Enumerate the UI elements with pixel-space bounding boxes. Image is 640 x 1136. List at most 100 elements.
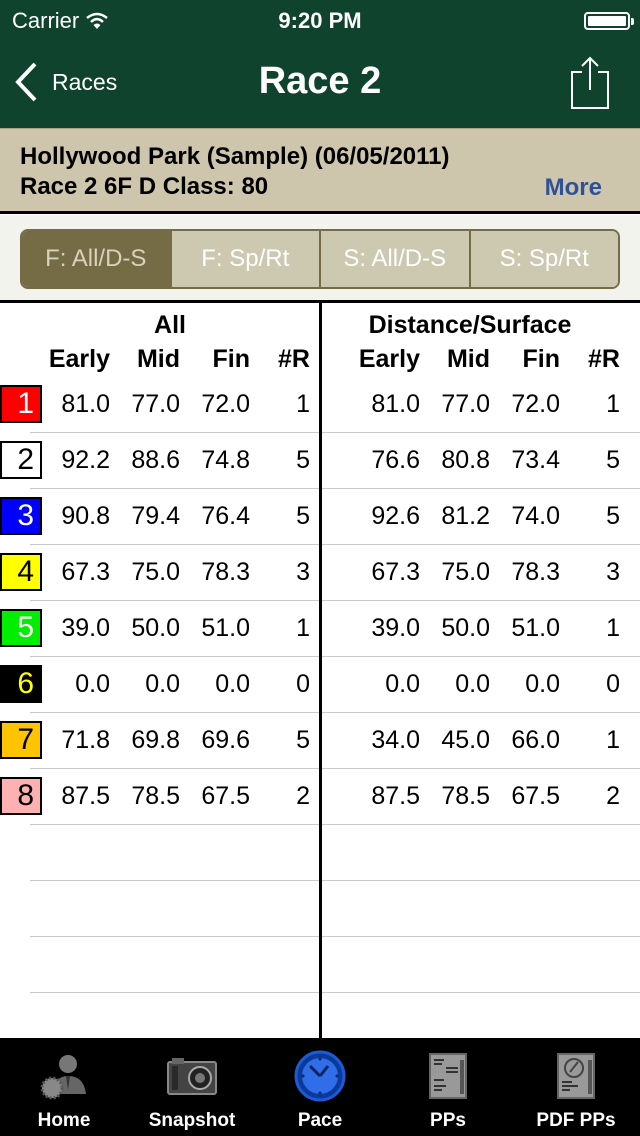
cell-all-early: 87.5 xyxy=(61,782,110,810)
cell-all-fin: 76.4 xyxy=(201,502,250,530)
table-row[interactable]: 5 39.0 50.0 51.0 1 39.0 50.0 51.0 1 xyxy=(0,601,640,657)
more-link[interactable]: More xyxy=(545,174,602,202)
empty-row-separator xyxy=(30,880,319,881)
row-separator xyxy=(30,824,319,825)
share-button[interactable] xyxy=(570,56,610,110)
cell-all-early: 92.2 xyxy=(61,446,110,474)
cell-ds-early: 34.0 xyxy=(371,726,420,754)
col-header-early-all: Early xyxy=(48,345,110,373)
table-row[interactable]: 3 90.8 79.4 76.4 5 92.6 81.2 74.0 5 xyxy=(0,489,640,545)
track-date-label: Hollywood Park (Sample) (06/05/2011) xyxy=(20,143,450,170)
col-header-mid-ds: Mid xyxy=(446,345,490,373)
cell-ds-fin: 73.4 xyxy=(511,446,560,474)
tab-pace[interactable]: Pace xyxy=(256,1038,384,1136)
tab-pace-label: Pace xyxy=(297,1110,343,1131)
cell-all-early: 90.8 xyxy=(61,502,110,530)
race-details-label: Race 2 6F D Class: 80 xyxy=(20,173,269,200)
cell-ds-fin: 74.0 xyxy=(511,502,560,530)
tab-home[interactable]: Home xyxy=(0,1038,128,1136)
cell-ds-fin: 72.0 xyxy=(511,390,560,418)
program-number-badge: 3 xyxy=(0,497,42,535)
cell-ds-mid: 81.2 xyxy=(441,502,490,530)
tab-home-label: Home xyxy=(37,1110,91,1131)
cell-all-races: 1 xyxy=(296,614,310,642)
table-row[interactable]: 2 92.2 88.6 74.8 5 76.6 80.8 73.4 5 xyxy=(0,433,640,489)
cell-all-fin: 67.5 xyxy=(201,782,250,810)
cell-ds-races: 5 xyxy=(606,446,620,474)
cell-all-early: 67.3 xyxy=(61,558,110,586)
cell-ds-mid: 77.0 xyxy=(441,390,490,418)
navigation-bar: Carrier 9:20 PM Races Race 2 xyxy=(0,0,640,128)
cell-ds-mid: 78.5 xyxy=(441,782,490,810)
cell-ds-mid: 45.0 xyxy=(441,726,490,754)
empty-row-separator xyxy=(30,936,319,937)
tab-pdf-pps-label: PDF PPs xyxy=(536,1110,616,1131)
cell-all-mid: 79.4 xyxy=(131,502,180,530)
cell-ds-fin: 0.0 xyxy=(525,670,560,698)
segment-f-sp-rt[interactable]: F: Sp/Rt xyxy=(169,231,319,287)
cell-all-mid: 88.6 xyxy=(131,446,180,474)
segment-s-sp-rt[interactable]: S: Sp/Rt xyxy=(468,231,618,287)
cell-ds-races: 1 xyxy=(606,726,620,754)
cell-all-fin: 74.8 xyxy=(201,446,250,474)
cell-all-early: 39.0 xyxy=(61,614,110,642)
camera-icon xyxy=(167,1058,217,1095)
race-info-header: Hollywood Park (Sample) (06/05/2011) Rac… xyxy=(0,128,640,214)
segment-s-all-ds[interactable]: S: All/D-S xyxy=(319,231,469,287)
empty-row-separator xyxy=(322,992,640,993)
cell-all-fin: 51.0 xyxy=(201,614,250,642)
filter-area: F: All/D-S F: Sp/Rt S: All/D-S S: Sp/Rt xyxy=(0,215,640,303)
cell-ds-races: 2 xyxy=(606,782,620,810)
segment-f-all-ds[interactable]: F: All/D-S xyxy=(22,231,170,287)
tab-snapshot[interactable]: Snapshot xyxy=(128,1038,256,1136)
tab-snapshot-label: Snapshot xyxy=(148,1110,236,1131)
program-number-badge: 1 xyxy=(0,385,42,423)
cell-ds-fin: 51.0 xyxy=(511,614,560,642)
empty-row-separator xyxy=(30,992,319,993)
cell-ds-mid: 80.8 xyxy=(441,446,490,474)
cell-all-races: 5 xyxy=(296,502,310,530)
table-row[interactable]: 4 67.3 75.0 78.3 3 67.3 75.0 78.3 3 xyxy=(0,545,640,601)
cell-ds-fin: 78.3 xyxy=(511,558,560,586)
cell-ds-mid: 50.0 xyxy=(441,614,490,642)
cell-all-fin: 78.3 xyxy=(201,558,250,586)
cell-all-mid: 0.0 xyxy=(145,670,180,698)
status-time: 9:20 PM xyxy=(278,8,362,33)
cell-ds-races: 3 xyxy=(606,558,620,586)
cell-all-races: 3 xyxy=(296,558,310,586)
cell-all-races: 1 xyxy=(296,390,310,418)
empty-row-separator xyxy=(322,936,640,937)
program-number-badge: 7 xyxy=(0,721,42,759)
table-row[interactable]: 8 87.5 78.5 67.5 2 87.5 78.5 67.5 2 xyxy=(0,769,640,825)
cell-all-mid: 50.0 xyxy=(131,614,180,642)
table-row[interactable]: 1 81.0 77.0 72.0 1 81.0 77.0 72.0 1 xyxy=(0,377,640,433)
program-number-badge: 5 xyxy=(0,609,42,647)
cell-ds-races: 5 xyxy=(606,502,620,530)
col-header-early-ds: Early xyxy=(358,345,420,373)
table-row[interactable]: 6 0.0 0.0 0.0 0 0.0 0.0 0.0 0 xyxy=(0,657,640,713)
cell-ds-mid: 75.0 xyxy=(441,558,490,586)
cell-ds-races: 1 xyxy=(606,614,620,642)
col-header-mid-all: Mid xyxy=(136,345,180,373)
cell-all-mid: 69.8 xyxy=(131,726,180,754)
cell-all-early: 81.0 xyxy=(61,390,110,418)
cell-all-races: 5 xyxy=(296,446,310,474)
cell-all-races: 2 xyxy=(296,782,310,810)
cell-ds-early: 76.6 xyxy=(371,446,420,474)
group-header-distance-surface: Distance/Surface xyxy=(368,311,572,339)
segmented-control: F: All/D-S F: Sp/Rt S: All/D-S S: Sp/Rt xyxy=(20,229,620,289)
program-number-badge: 2 xyxy=(0,441,42,479)
cell-ds-early: 87.5 xyxy=(371,782,420,810)
cell-all-mid: 77.0 xyxy=(131,390,180,418)
cell-all-fin: 69.6 xyxy=(201,726,250,754)
col-header-fin-ds: Fin xyxy=(522,345,561,373)
cell-ds-early: 81.0 xyxy=(371,390,420,418)
cell-ds-early: 39.0 xyxy=(371,614,420,642)
tab-pdf-pps[interactable]: PDF PPs xyxy=(512,1038,640,1136)
cell-all-races: 0 xyxy=(296,670,310,698)
cell-all-mid: 78.5 xyxy=(131,782,180,810)
battery-icon xyxy=(584,12,634,30)
tab-pps[interactable]: PPs xyxy=(384,1038,512,1136)
status-bar: Carrier 9:20 PM xyxy=(0,0,640,40)
table-row[interactable]: 7 71.8 69.8 69.6 5 34.0 45.0 66.0 1 xyxy=(0,713,640,769)
